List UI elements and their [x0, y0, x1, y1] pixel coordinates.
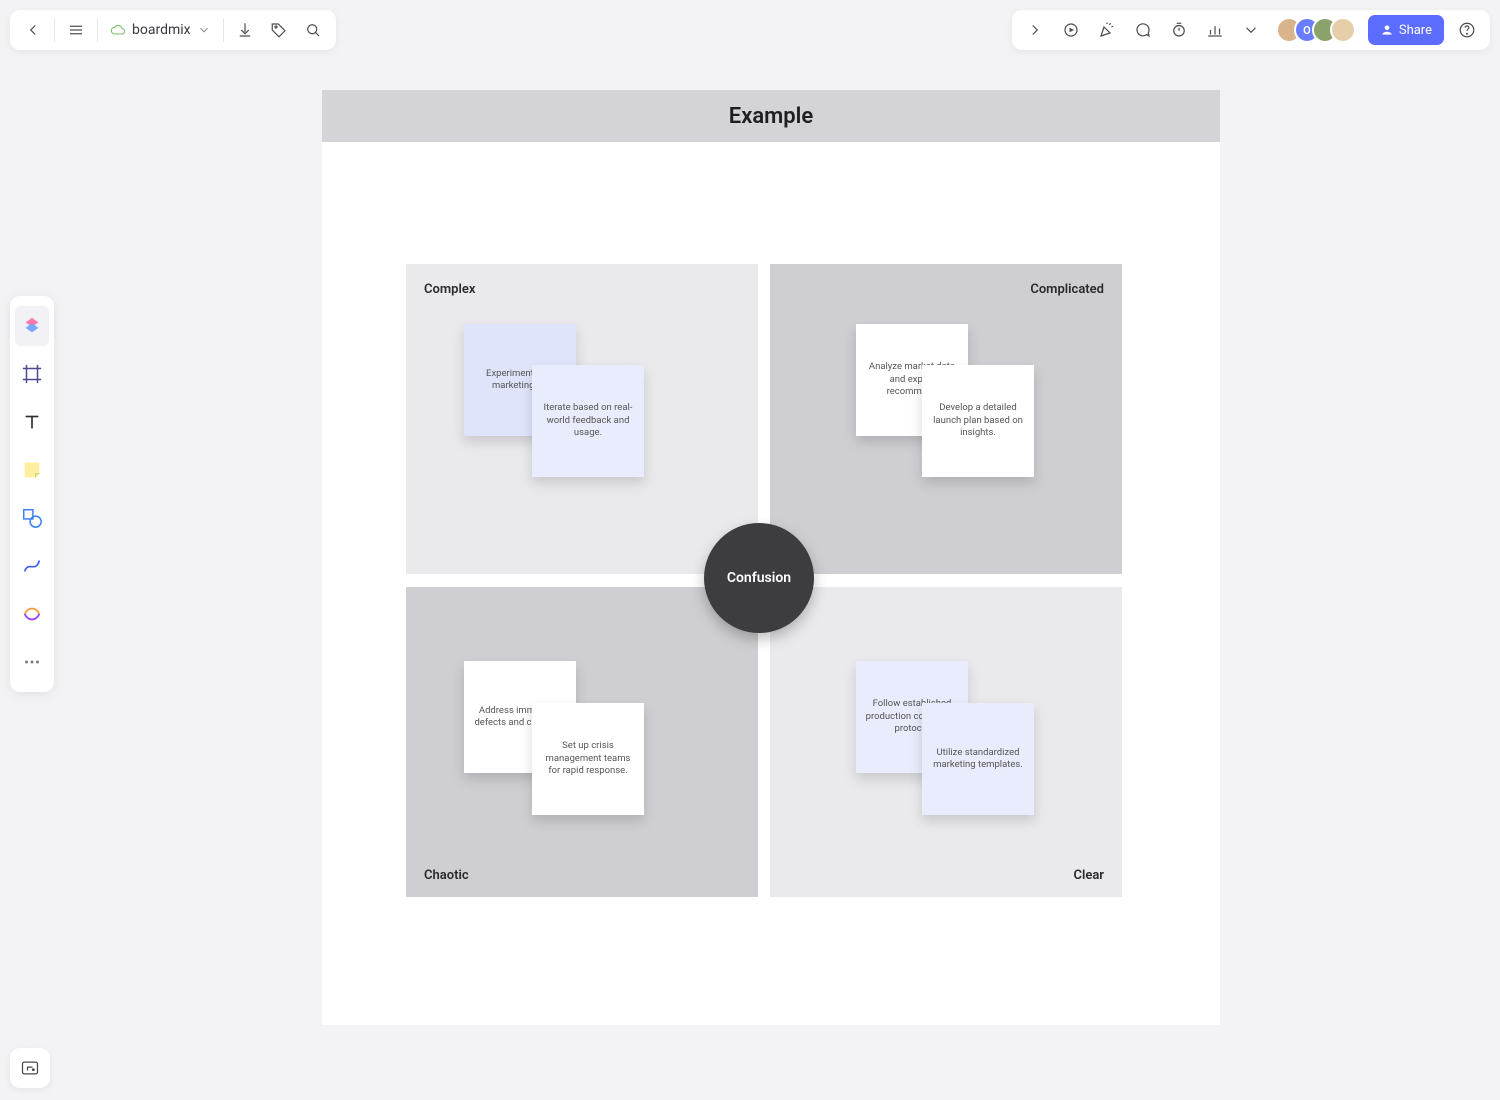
separator — [97, 18, 98, 42]
avatar-initial: O — [1303, 24, 1311, 37]
play-button[interactable] — [1054, 13, 1088, 47]
celebrate-button[interactable] — [1090, 13, 1124, 47]
help-button[interactable] — [1450, 13, 1484, 47]
frame-tool[interactable] — [15, 354, 49, 394]
expand-button[interactable] — [1018, 13, 1052, 47]
sticky-note-text: Iterate based on real-world feedback and… — [540, 402, 636, 439]
templates-tool[interactable] — [15, 306, 49, 346]
sticky-note-text: Utilize standardized marketing templates… — [930, 747, 1026, 772]
back-button[interactable] — [16, 13, 50, 47]
avatar[interactable] — [1330, 17, 1356, 43]
connector-tool[interactable] — [15, 546, 49, 586]
top-left-toolbar: boardmix — [10, 10, 336, 50]
minimap-button[interactable] — [10, 1048, 50, 1088]
download-button[interactable] — [228, 13, 262, 47]
quadrant-label: Clear — [1073, 868, 1104, 883]
sticky-note[interactable]: Set up crisis management teams for rapid… — [532, 703, 644, 815]
left-tool-panel — [10, 296, 54, 692]
sticky-note-tool[interactable] — [15, 450, 49, 490]
collaborator-avatars[interactable]: O — [1276, 17, 1356, 43]
mindmap-tool[interactable] — [15, 594, 49, 634]
separator — [54, 18, 55, 42]
search-button[interactable] — [296, 13, 330, 47]
top-right-toolbar: O Share — [1012, 10, 1490, 50]
separator — [223, 18, 224, 42]
comment-button[interactable] — [1126, 13, 1160, 47]
center-label: Confusion — [727, 570, 791, 586]
sticky-note[interactable]: Utilize standardized marketing templates… — [922, 703, 1034, 815]
shape-tool[interactable] — [15, 498, 49, 538]
document-name: boardmix — [132, 22, 191, 38]
center-confusion-circle[interactable]: Confusion — [704, 523, 814, 633]
chevron-down-icon — [197, 23, 211, 37]
document-name-chip[interactable]: boardmix — [102, 13, 219, 47]
share-label: Share — [1399, 23, 1432, 38]
quadrant-label: Complex — [424, 282, 475, 297]
more-tools-button[interactable] — [15, 642, 49, 682]
more-dropdown-button[interactable] — [1234, 13, 1268, 47]
share-button[interactable]: Share — [1368, 15, 1444, 45]
sticky-note-text: Develop a detailed launch plan based on … — [930, 402, 1026, 439]
board-title: Example — [729, 104, 813, 129]
cloud-icon — [110, 22, 126, 38]
tag-button[interactable] — [262, 13, 296, 47]
sticky-note[interactable]: Iterate based on real-world feedback and… — [532, 365, 644, 477]
quadrant-label: Complicated — [1030, 282, 1104, 297]
chart-button[interactable] — [1198, 13, 1232, 47]
text-tool[interactable] — [15, 402, 49, 442]
board-title-bar[interactable]: Example — [322, 90, 1220, 142]
sticky-note-text: Set up crisis management teams for rapid… — [540, 740, 636, 777]
timer-button[interactable] — [1162, 13, 1196, 47]
menu-button[interactable] — [59, 13, 93, 47]
sticky-note[interactable]: Develop a detailed launch plan based on … — [922, 365, 1034, 477]
quadrant-label: Chaotic — [424, 868, 469, 883]
